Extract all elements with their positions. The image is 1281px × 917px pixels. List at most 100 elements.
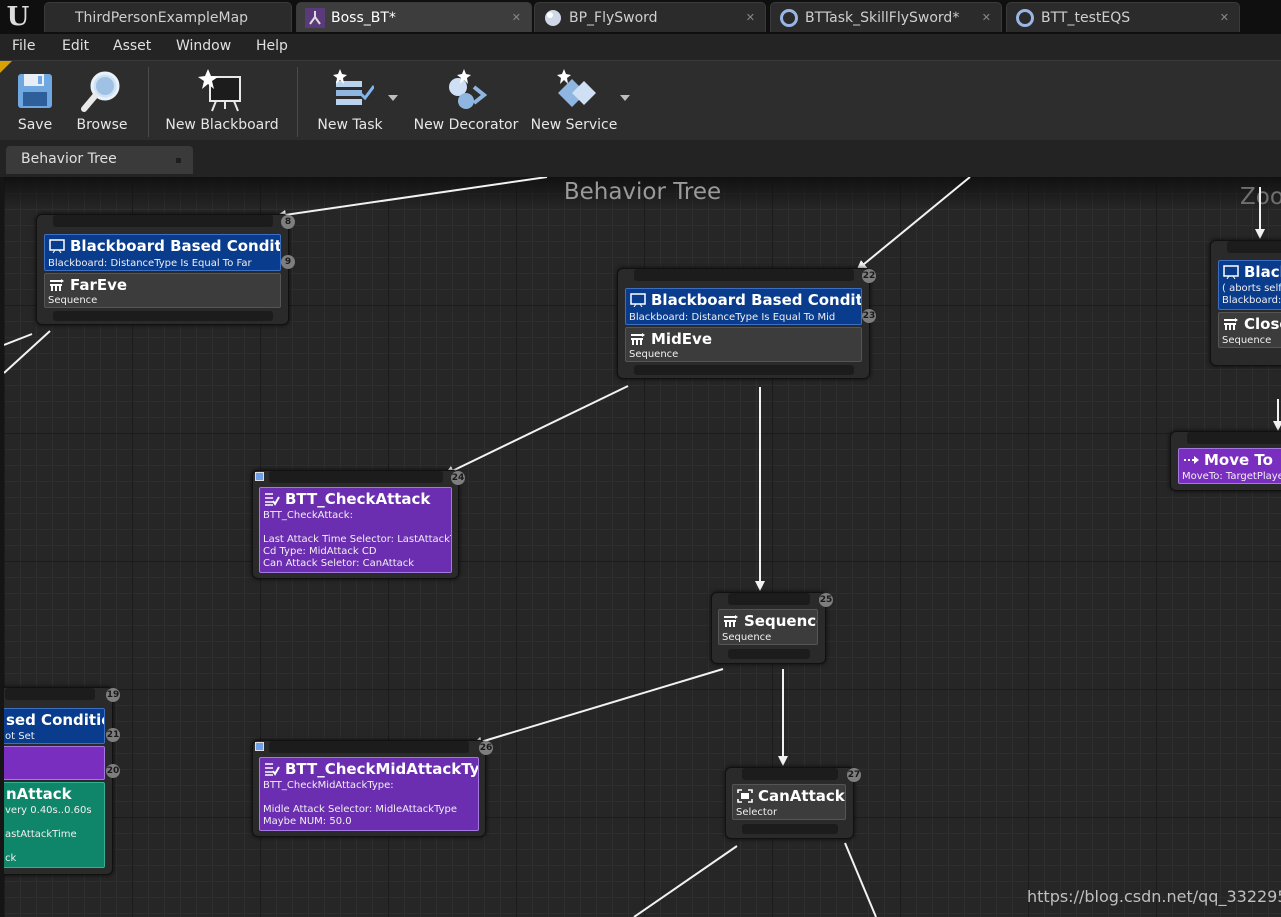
wire — [4, 333, 33, 346]
composite-section[interactable]: CanAttack? Selector — [732, 784, 846, 820]
close-icon[interactable]: ✕ — [746, 11, 755, 24]
input-pin[interactable] — [5, 688, 95, 700]
sequence-icon — [1223, 317, 1239, 331]
service-section[interactable] — [4, 746, 105, 780]
new-service-button[interactable]: New Service — [528, 61, 620, 141]
input-pin[interactable] — [1227, 241, 1281, 253]
new-service-dropdown-icon[interactable] — [620, 95, 630, 101]
tab-btt-testeqs[interactable]: BTT_testEQS ✕ — [1006, 2, 1240, 32]
task-section[interactable]: nAttack very 0.40s..0.60s astAttackTime … — [4, 782, 105, 868]
blackboard-condition-decorator[interactable]: Blackboard Based Condition Blackboard: D… — [625, 288, 862, 325]
behavior-tree-icon — [305, 7, 325, 28]
move-to-task-node[interactable]: Move To MoveTo: TargetPlayer — [1170, 431, 1281, 491]
btt-checkattack-task-node[interactable]: BTT_CheckAttack BTT_CheckAttack: Last At… — [252, 470, 465, 579]
document-tab-bar: U ThirdPersonExampleMap Boss_BT* ✕ BP_Fl… — [0, 0, 1281, 34]
tab-behavior-tree-panel[interactable]: Behavior Tree — [6, 146, 193, 174]
decorator-description: ot Set — [5, 731, 35, 742]
task-title: BTT_CheckAttack — [264, 490, 430, 508]
blackboard-icon — [1223, 265, 1239, 280]
composite-section[interactable]: Close Sequence — [1218, 312, 1281, 348]
tab-label: BTTask_SkillFlySword* — [805, 9, 960, 26]
panel-tab-handle-icon — [176, 158, 181, 163]
tab-bttask-skillflysword[interactable]: BTTask_SkillFlySword* ✕ — [770, 2, 1002, 32]
menu-help[interactable]: Help — [256, 38, 288, 54]
menu-file[interactable]: File — [12, 38, 35, 54]
menu-edit[interactable]: Edit — [62, 38, 89, 54]
watermark: https://blog.csdn.net/qq_33229537 — [1027, 887, 1281, 906]
tab-thirdpersonexamplemap[interactable]: ThirdPersonExampleMap — [44, 2, 292, 32]
task-property: Midle Attack Selector: MidleAttackType — [263, 804, 457, 815]
sequence-icon — [723, 614, 739, 628]
new-task-button[interactable]: New Task — [310, 61, 390, 141]
new-decorator-icon — [442, 67, 490, 115]
input-pin[interactable] — [634, 269, 854, 281]
close-sequence-node[interactable]: Black ( aborts self ) Blackboard: I Clos… — [1210, 240, 1281, 366]
decorator-title: sed Condition — [6, 711, 104, 729]
blackboard-condition-decorator[interactable]: Black ( aborts self ) Blackboard: I — [1218, 260, 1281, 310]
blackboard-condition-decorator[interactable]: sed Condition ot Set — [4, 708, 105, 744]
task-section[interactable]: BTT_CheckAttack BTT_CheckAttack: Last At… — [259, 487, 452, 573]
composite-section[interactable]: Sequence Sequence — [718, 609, 818, 645]
execution-index-badge: 19 — [106, 688, 120, 702]
composite-title: FarEve — [49, 276, 127, 294]
output-pin[interactable] — [742, 824, 838, 834]
input-pin[interactable] — [742, 768, 838, 780]
execution-index-badge: 20 — [106, 764, 120, 778]
tab-label: Boss_BT* — [331, 9, 396, 26]
new-decorator-button[interactable]: New Decorator — [412, 61, 520, 141]
execution-index-badge: 9 — [281, 255, 295, 269]
input-pin[interactable] — [1187, 432, 1281, 444]
composite-title: CanAttack? — [737, 787, 845, 805]
new-task-dropdown-icon[interactable] — [388, 95, 398, 101]
close-icon[interactable]: ✕ — [1220, 11, 1229, 24]
menu-asset[interactable]: Asset — [113, 38, 151, 54]
tab-boss-bt[interactable]: Boss_BT* ✕ — [296, 2, 532, 32]
composite-section[interactable]: FarEve Sequence — [44, 273, 281, 308]
blueprint-sphere-icon — [543, 8, 563, 28]
close-icon[interactable]: ✕ — [512, 11, 521, 24]
save-button[interactable]: Save — [8, 61, 62, 141]
task-title: nAttack — [6, 785, 72, 803]
fareve-sequence-node[interactable]: Blackboard Based Condition Blackboard: D… — [36, 214, 295, 325]
task-icon — [264, 762, 280, 776]
tab-bp-flysword[interactable]: BP_FlySword ✕ — [534, 2, 766, 32]
task-section[interactable]: BTT_CheckMidAttackType BTT_CheckMidAttac… — [259, 757, 479, 831]
behavior-tree-graph[interactable]: Behavior Tree Zoo Blackboard Based Condi… — [4, 177, 1281, 917]
task-property: Cd Type: MidAttack CD — [263, 546, 377, 557]
menu-window[interactable]: Window — [176, 38, 231, 54]
blackboard-icon — [198, 67, 246, 115]
close-icon[interactable]: ✕ — [982, 11, 991, 24]
new-service-icon — [550, 67, 598, 115]
browse-label: Browse — [76, 117, 128, 133]
execution-index-badge: 26 — [479, 741, 493, 755]
wire — [444, 385, 629, 476]
composite-section[interactable]: MidEve Sequence — [625, 327, 862, 362]
browse-button[interactable]: Browse — [70, 61, 134, 141]
task-section[interactable]: Move To MoveTo: TargetPlayer — [1178, 448, 1281, 484]
output-pin[interactable] — [53, 311, 273, 321]
blackboard-icon — [630, 293, 646, 308]
input-pin[interactable] — [728, 593, 810, 605]
sequence-node[interactable]: Sequence Sequence 25 — [711, 592, 833, 664]
blackboard-condition-decorator[interactable]: Blackboard Based Condition Blackboard: D… — [44, 234, 281, 271]
output-pin[interactable] — [728, 649, 810, 659]
execution-index-badge: 25 — [819, 593, 833, 607]
input-pin[interactable] — [53, 215, 273, 227]
mideve-sequence-node[interactable]: Blackboard Based Condition Blackboard: D… — [617, 268, 876, 379]
canattack-wait-node[interactable]: sed Condition ot Set nAttack very 0.40s.… — [4, 687, 120, 875]
canattack-selector-node[interactable]: CanAttack? Selector 27 — [725, 767, 861, 839]
new-blackboard-button[interactable]: New Blackboard — [160, 61, 284, 141]
task-header: BTT_CheckMidAttackType: — [263, 780, 394, 791]
execution-index-badge: 24 — [451, 471, 465, 485]
task-property: very 0.40s..0.60s — [5, 805, 92, 816]
task-icon — [264, 492, 280, 506]
output-pin[interactable] — [634, 365, 854, 375]
wire — [472, 668, 724, 747]
unreal-logo-icon[interactable]: U — [0, 0, 36, 34]
task-description: MoveTo: TargetPlayer — [1182, 471, 1281, 482]
task-property: ck — [5, 853, 17, 864]
toolbar: Save Browse New Blackboard New Task New … — [0, 60, 1281, 141]
input-pin[interactable] — [269, 471, 443, 483]
input-pin[interactable] — [269, 741, 469, 753]
btt-checkmidattacktype-task-node[interactable]: BTT_CheckMidAttackType BTT_CheckMidAttac… — [252, 740, 493, 837]
